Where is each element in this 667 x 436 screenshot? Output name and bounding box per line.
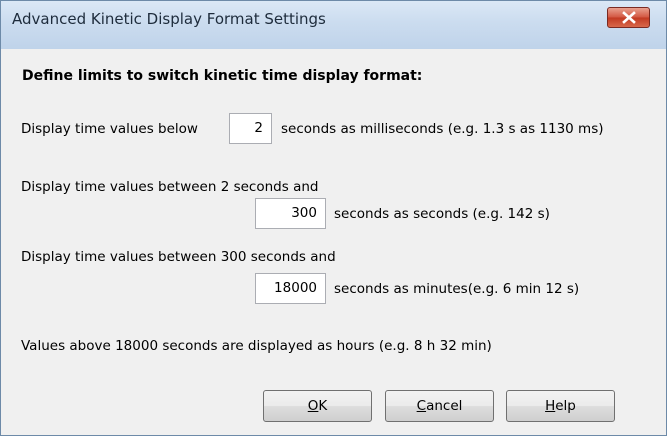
min-suffix-label: seconds as minutes(e.g. 6 min 12 s) xyxy=(334,281,580,297)
help-button-label: elp xyxy=(555,398,576,414)
ms-suffix-label: seconds as milliseconds (e.g. 1.3 s as 1… xyxy=(281,121,604,137)
sec-suffix-label: seconds as seconds (e.g. 142 s) xyxy=(334,206,550,222)
sec-description-label: Display time values between 2 seconds an… xyxy=(21,179,319,195)
ok-button-mnemonic: O xyxy=(307,398,319,414)
section-heading: Define limits to switch kinetic time dis… xyxy=(22,68,423,84)
title-bar[interactable]: Advanced Kinetic Display Format Settings xyxy=(1,1,666,49)
dialog-body xyxy=(9,49,658,427)
ok-button-label: K xyxy=(318,398,328,414)
hours-description-label: Values above 18000 seconds are displayed… xyxy=(21,338,492,354)
sec-limit-input[interactable]: 300 xyxy=(255,198,326,229)
close-button[interactable] xyxy=(607,7,650,28)
help-button[interactable]: Help xyxy=(506,390,615,422)
cancel-button-mnemonic: C xyxy=(416,398,427,414)
min-limit-input[interactable]: 18000 xyxy=(255,273,326,304)
close-icon xyxy=(622,11,636,24)
help-button-mnemonic: H xyxy=(545,398,556,414)
dialog-window: Advanced Kinetic Display Format Settings… xyxy=(0,0,667,436)
cancel-button[interactable]: Cancel xyxy=(385,390,494,422)
cancel-button-label: ancel xyxy=(426,398,463,414)
ms-prefix-label: Display time values below xyxy=(21,121,198,137)
min-description-label: Display time values between 300 seconds … xyxy=(21,249,336,265)
window-title: Advanced Kinetic Display Format Settings xyxy=(12,10,326,28)
ok-button[interactable]: OK xyxy=(263,390,372,422)
ms-limit-input[interactable]: 2 xyxy=(229,113,272,144)
